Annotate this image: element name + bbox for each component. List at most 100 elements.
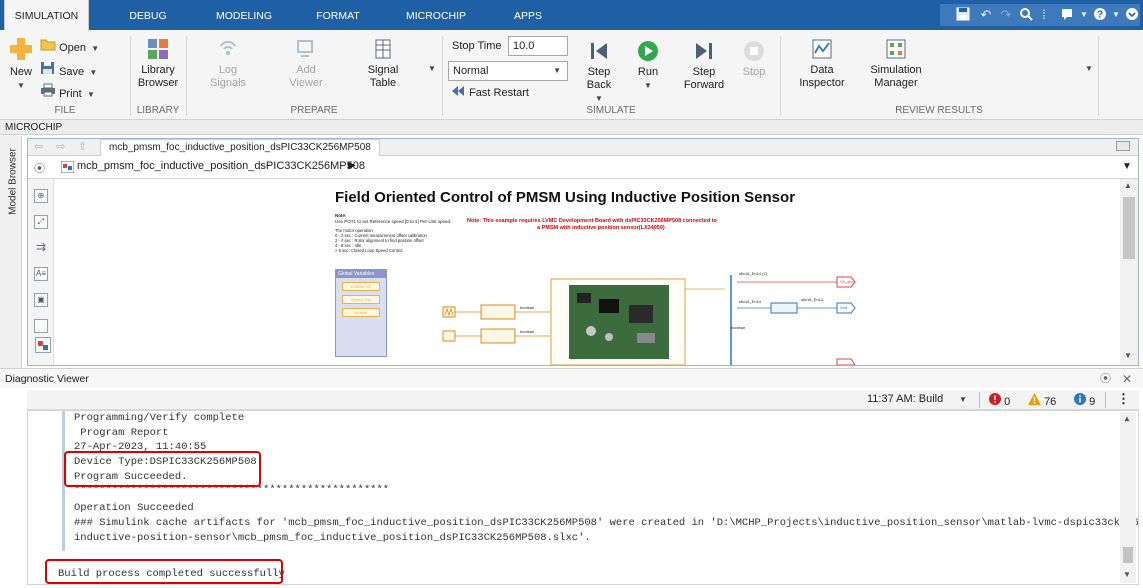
panel-options-icon[interactable]: ⦿ <box>1100 369 1111 389</box>
connector-arrow-icon[interactable]: ⇉ <box>34 241 48 255</box>
tab-apps[interactable]: APPS <box>504 0 552 30</box>
motor-operation-line: > 6 sec: Closed Loop Speed Control <box>335 248 403 253</box>
signal-table-button[interactable]: Signal Table <box>356 38 410 90</box>
data-inspector-icon <box>812 39 832 59</box>
global-variables-area[interactable]: Global Variables EnableFOC Speed_Ref Ena… <box>335 269 387 357</box>
run-button[interactable]: Run ▼ <box>629 40 667 92</box>
simulation-manager-label: Simulation Manager <box>870 64 922 89</box>
tab-modeling[interactable]: MODELING <box>206 0 282 30</box>
fit-to-view-icon[interactable]: ⤢ <box>34 215 48 229</box>
fast-restart-label: Fast Restart <box>469 87 529 99</box>
simulation-manager-button[interactable]: Simulation Manager <box>860 38 932 90</box>
save-icon <box>41 62 54 74</box>
chevron-down-icon[interactable]: ▼ <box>1122 161 1132 172</box>
toolstrip-collapse-icon[interactable] <box>1124 7 1140 23</box>
data-store-block[interactable]: Enable <box>342 308 380 317</box>
warning-filter-button[interactable]: 76 <box>1028 393 1056 408</box>
highlight-build-completed <box>45 559 283 584</box>
goto-label: Vnd <box>840 305 848 310</box>
folder-open-icon <box>40 39 56 51</box>
back-arrow-icon[interactable]: ⇦ <box>34 140 43 153</box>
info-filter-button[interactable]: 9 <box>1074 393 1095 408</box>
model-tab[interactable]: mcb_pmsm_foc_inductive_position_dsPIC33C… <box>100 139 380 156</box>
block-diagram[interactable]: Field Oriented Control of PMSM Using Ind… <box>55 179 1119 365</box>
build-selector[interactable]: 11:37 AM: Build <box>867 393 943 405</box>
quick-access-more-icon[interactable]: ⁞ <box>1036 7 1052 23</box>
chevron-down-icon: ▼ <box>84 90 95 99</box>
diagnostic-viewer-header: Diagnostic Viewer ⦿ ✕ <box>0 368 1143 388</box>
search-icon[interactable] <box>1018 7 1034 23</box>
log-vertical-scrollbar[interactable]: ▲ ▼ <box>1120 412 1136 583</box>
tab-debug[interactable]: DEBUG <box>116 0 180 30</box>
log-signals-button[interactable]: Log Signals <box>200 38 256 90</box>
up-arrow-icon[interactable]: ⇧ <box>78 140 87 153</box>
error-icon <box>989 393 1001 405</box>
scroll-down-icon[interactable]: ▼ <box>1124 351 1132 360</box>
library-browser-button[interactable]: Library Browser <box>134 38 182 90</box>
close-icon[interactable]: ✕ <box>1122 369 1132 389</box>
help-dropdown-icon[interactable]: ▼ <box>1108 7 1124 23</box>
divider <box>442 36 443 116</box>
annotation-icon[interactable]: A≡ <box>34 267 48 281</box>
divider <box>979 392 980 408</box>
add-viewer-button[interactable]: Add Viewer <box>278 38 334 90</box>
hide-explorer-bar-icon[interactable] <box>1116 141 1130 151</box>
scroll-thumb[interactable] <box>1123 547 1133 563</box>
save-icon[interactable] <box>955 7 971 23</box>
simulation-mode-select[interactable]: Normal ▼ <box>448 61 568 81</box>
diagram-blocks <box>442 275 856 365</box>
red-note-line-1: Note: This example requires LVMC Develop… <box>467 218 717 224</box>
tab-simulation[interactable]: SIMULATION <box>4 0 89 31</box>
zoom-icon[interactable]: ⊕ <box>34 189 48 203</box>
scroll-thumb[interactable] <box>1123 197 1135 259</box>
print-button[interactable]: Print ▼ <box>40 83 95 102</box>
new-button[interactable]: New ▼ <box>6 36 36 92</box>
tab-format[interactable]: FORMAT <box>306 0 370 30</box>
stop-button[interactable]: Stop <box>736 40 772 79</box>
model-thumbnail-icon[interactable] <box>35 337 51 353</box>
scroll-up-icon[interactable]: ▲ <box>1124 181 1132 190</box>
error-filter-button[interactable]: 0 <box>989 393 1010 408</box>
signal-table-icon <box>375 39 391 59</box>
explorer-toggle-icon[interactable]: ⦿ <box>34 160 45 176</box>
step-forward-label: Step Forward <box>683 66 725 91</box>
data-store-block[interactable]: Speed_Ref <box>342 295 380 304</box>
svg-text:?: ? <box>1097 10 1103 21</box>
undo-icon[interactable]: ↶ <box>978 7 994 23</box>
fast-restart-button[interactable]: Fast Restart <box>452 86 529 100</box>
redo-icon[interactable]: ↷ <box>998 7 1014 23</box>
tab-microchip[interactable]: MICROCHIP <box>396 0 476 30</box>
model-browser-rail[interactable]: Model Browser <box>0 136 22 368</box>
canvas-vertical-scrollbar[interactable]: ▲ ▼ <box>1120 179 1138 365</box>
open-button[interactable]: Open ▼ <box>40 38 99 56</box>
community-icon[interactable] <box>1060 7 1076 23</box>
prepare-gallery-dropdown-icon[interactable]: ▼ <box>428 64 436 73</box>
model-icon <box>61 161 74 173</box>
help-icon[interactable]: ? <box>1092 7 1108 23</box>
review-gallery-dropdown-icon[interactable]: ▼ <box>1085 64 1093 73</box>
step-back-button[interactable]: Step Back ▼ <box>578 40 620 105</box>
chevron-down-icon[interactable]: ▼ <box>959 395 967 404</box>
chevron-down-icon[interactable]: ▼ <box>1076 7 1092 23</box>
data-store-block[interactable]: EnableFOC <box>342 282 380 291</box>
stop-time-input[interactable]: 10.0 <box>508 36 568 56</box>
model-path[interactable]: mcb_pmsm_foc_inductive_position_dsPIC33C… <box>77 160 365 172</box>
log-signals-icon <box>220 40 236 55</box>
library-browser-icon <box>148 39 168 59</box>
divider <box>780 36 781 116</box>
image-icon[interactable]: ▣ <box>34 293 48 307</box>
chevron-down-icon: ▼ <box>89 44 100 53</box>
scroll-up-icon[interactable]: ▲ <box>1123 414 1131 423</box>
red-note-line-2: a PMSM with inductive position sensor(LX… <box>537 225 665 231</box>
model-browser-label[interactable]: Model Browser <box>8 147 19 217</box>
area-icon[interactable] <box>34 319 48 333</box>
highlight-program-succeeded <box>64 451 261 487</box>
scroll-down-icon[interactable]: ▼ <box>1123 570 1131 579</box>
more-options-icon[interactable]: ⋮ <box>1117 391 1130 407</box>
data-inspector-button[interactable]: Data Inspector <box>794 38 850 90</box>
save-button[interactable]: Save ▼ <box>40 61 97 80</box>
step-forward-button[interactable]: Step Forward <box>680 40 728 92</box>
library-group-label: LIBRARY <box>136 105 180 116</box>
path-expand-icon[interactable]: ▶ <box>348 160 356 171</box>
forward-arrow-icon[interactable]: ⇨ <box>56 140 65 153</box>
